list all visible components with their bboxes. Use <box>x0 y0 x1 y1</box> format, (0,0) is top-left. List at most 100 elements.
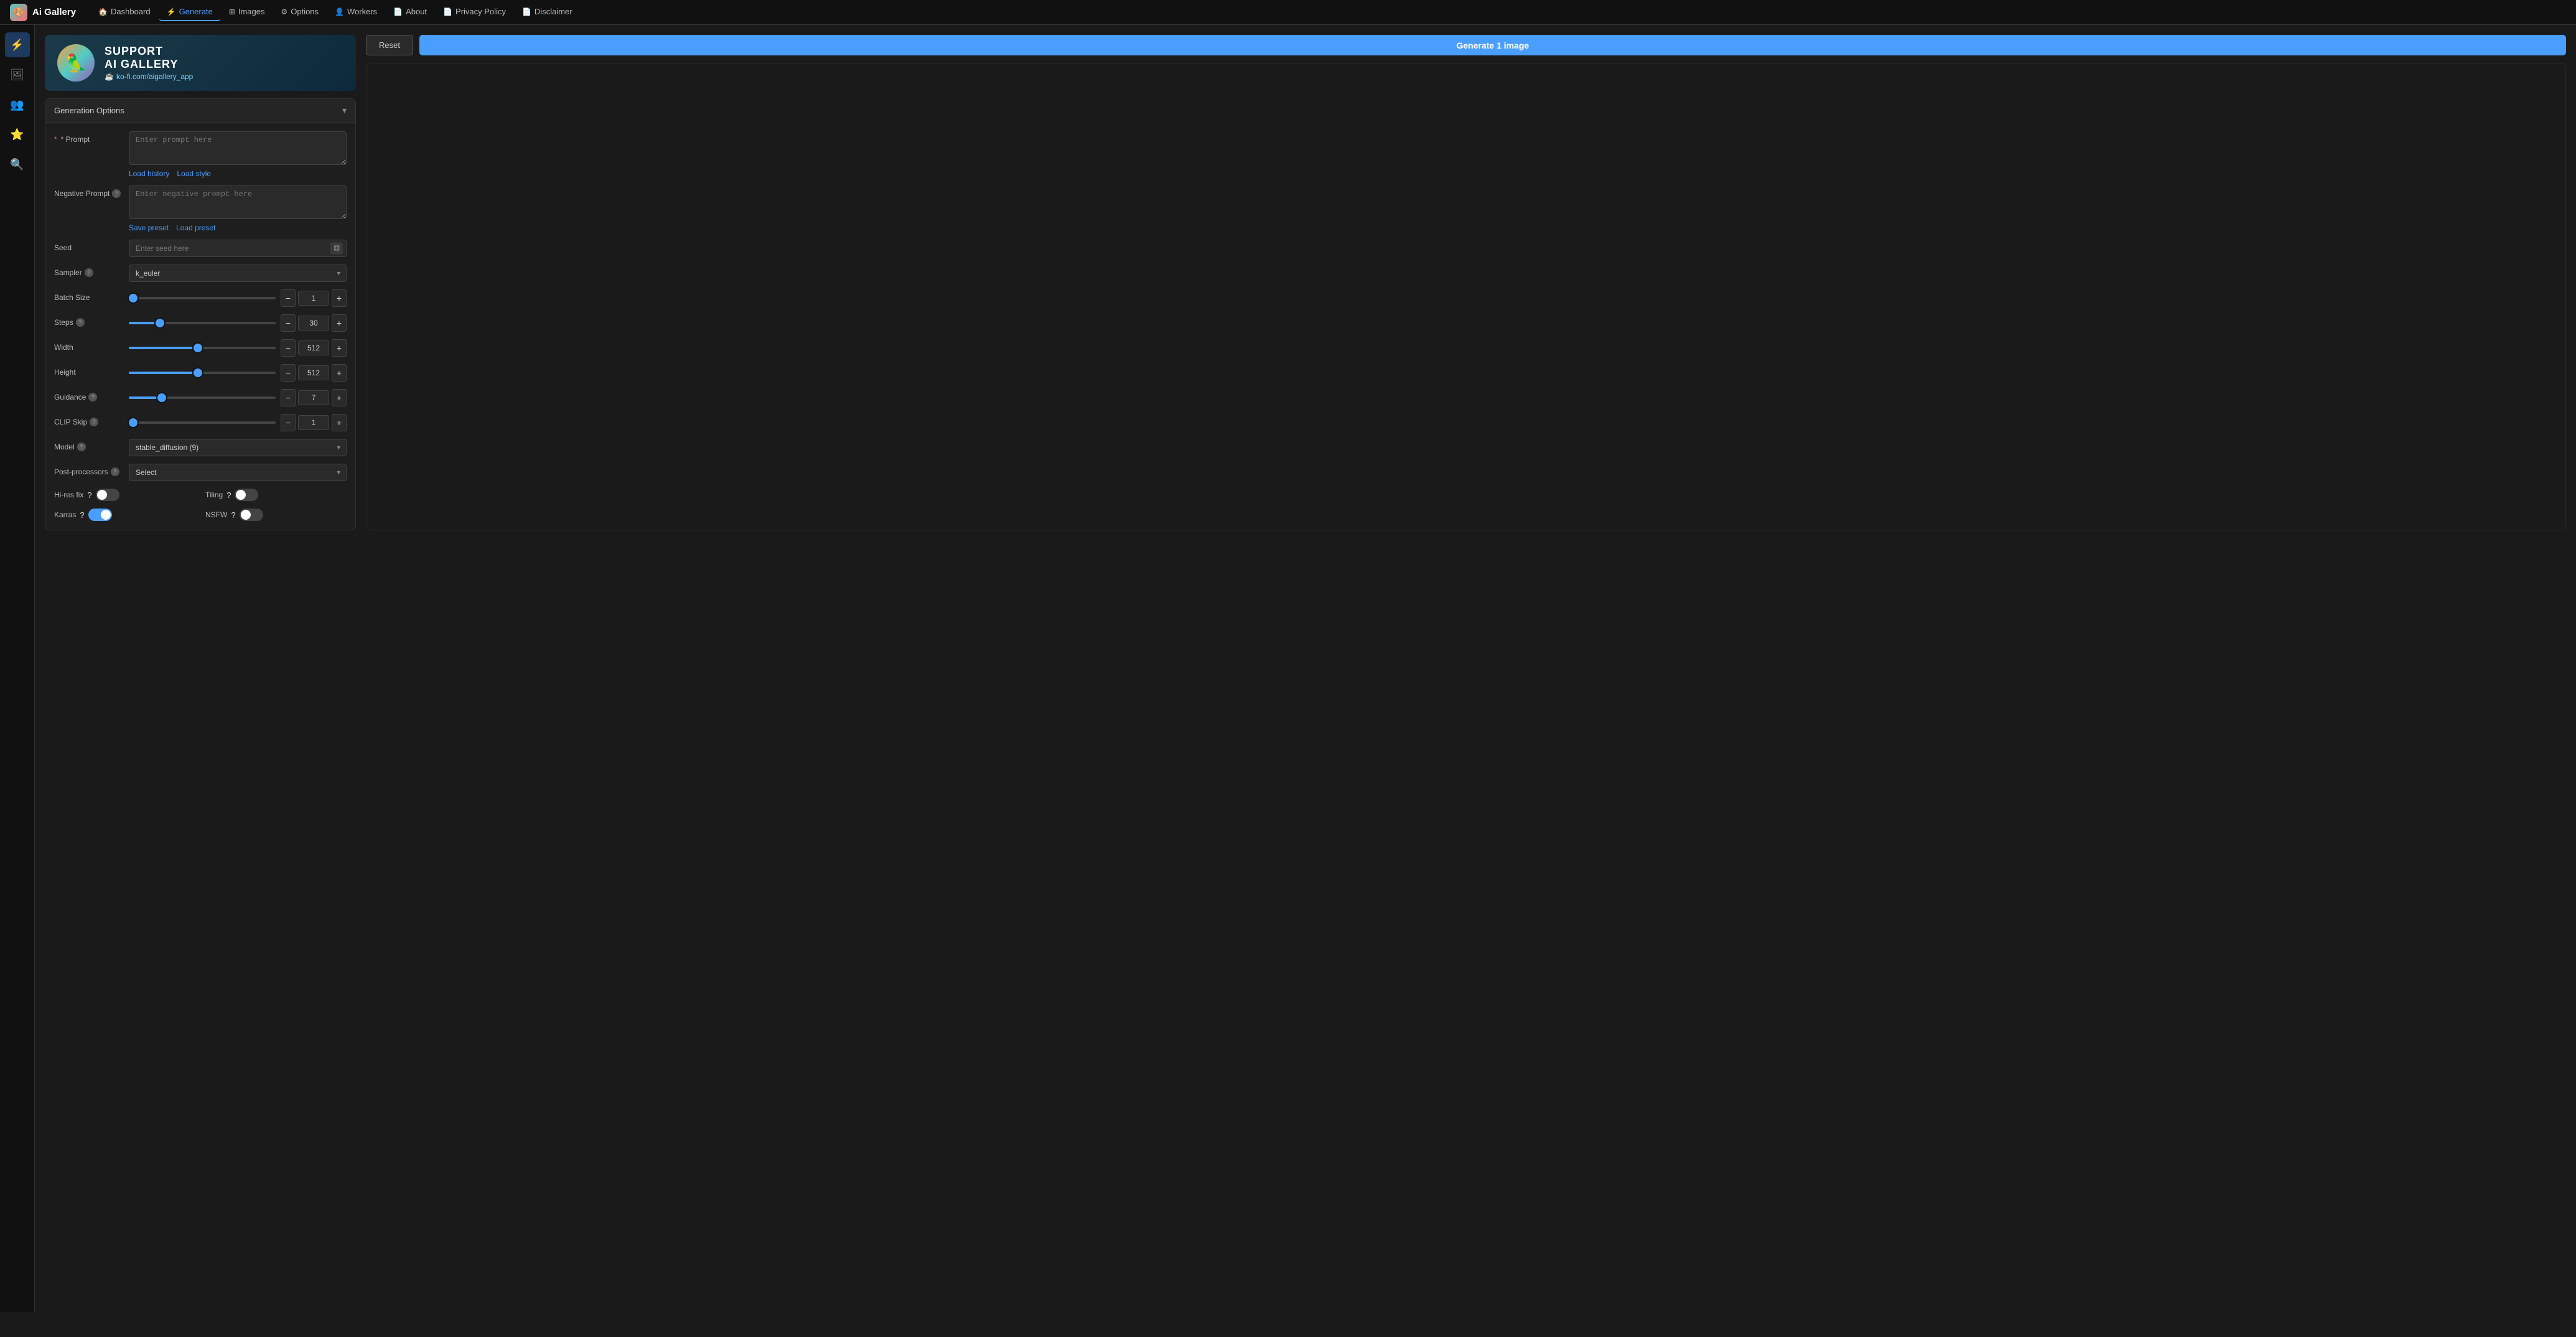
nsfw-label: NSFW <box>205 510 227 519</box>
nav-options[interactable]: ⚙ Options <box>273 3 326 21</box>
height-slider[interactable] <box>129 372 276 374</box>
tiling-knob <box>236 490 246 500</box>
generation-options-header[interactable]: Generation Options ▾ <box>45 99 355 123</box>
steps-label: Steps ? <box>54 314 123 327</box>
sidebar-item-generate[interactable]: ⚡ <box>5 32 30 57</box>
hi-res-fix-info-icon[interactable]: ? <box>87 490 91 500</box>
nsfw-toggle[interactable] <box>240 509 263 521</box>
save-preset-btn[interactable]: Save preset <box>129 223 169 232</box>
action-bar: Reset Generate 1 image <box>366 35 2566 55</box>
prompt-links: Load history Load style <box>129 169 347 178</box>
batch-size-row: Batch Size − + <box>54 289 347 307</box>
clip-skip-slider[interactable] <box>129 421 276 424</box>
nsfw-knob <box>241 510 251 520</box>
nav-images[interactable]: ⊞ Images <box>222 3 273 21</box>
reset-button[interactable]: Reset <box>366 35 413 55</box>
steps-info-icon[interactable]: ? <box>76 318 85 327</box>
tiling-info-icon[interactable]: ? <box>226 490 231 500</box>
brand: 🎨 Ai Gallery <box>10 4 76 21</box>
prompt-label: * * Prompt <box>54 131 123 144</box>
batch-size-slider[interactable] <box>129 297 276 299</box>
steps-slider-row: − + <box>129 314 347 332</box>
prompt-row: * * Prompt Load history Load style <box>54 131 347 178</box>
guidance-slider-row: − + <box>129 389 347 406</box>
batch-size-decrement[interactable]: − <box>281 289 296 307</box>
load-preset-btn[interactable]: Load preset <box>176 223 215 232</box>
guidance-decrement[interactable]: − <box>281 389 296 406</box>
nav-privacy[interactable]: 📄 Privacy Policy <box>436 3 513 21</box>
hi-res-fix-label: Hi-res fix <box>54 490 83 499</box>
load-history-btn[interactable]: Load history <box>129 169 169 178</box>
banner-title: Support Ai Gallery <box>105 45 193 71</box>
height-input[interactable] <box>298 365 329 380</box>
karras-toggle[interactable] <box>88 509 112 521</box>
nav-about[interactable]: 📄 About <box>386 3 434 21</box>
toggle-row-1: Hi-res fix ? Tiling ? <box>54 489 347 501</box>
guidance-input[interactable] <box>298 390 329 405</box>
nav-generate[interactable]: ⚡ Generate <box>159 3 220 21</box>
seed-random-btn[interactable]: ⚄ <box>330 243 343 255</box>
batch-size-increment[interactable]: + <box>332 289 347 307</box>
sidebar-item-favorites[interactable]: ⭐ <box>5 122 30 147</box>
steps-row: Steps ? − + <box>54 314 347 332</box>
tiling-toggle[interactable] <box>235 489 258 501</box>
width-slider[interactable] <box>129 347 276 349</box>
post-processors-select[interactable]: Select GFPGAN Real-ESRGAN CodeFormer <box>129 464 347 481</box>
sidebar-item-images[interactable]: 🖼 <box>5 62 30 87</box>
height-decrement[interactable]: − <box>281 364 296 382</box>
clip-skip-decrement[interactable]: − <box>281 414 296 431</box>
nav-disclaimer[interactable]: 📄 Disclaimer <box>515 3 580 21</box>
topnav-links: 🏠 Dashboard ⚡ Generate ⊞ Images ⚙ Option… <box>91 3 2566 21</box>
images-icon: ⊞ <box>229 7 235 16</box>
width-label: Width <box>54 339 123 352</box>
height-increment[interactable]: + <box>332 364 347 382</box>
nsfw-info-icon[interactable]: ? <box>231 510 235 520</box>
sidebar-item-search[interactable]: 🔍 <box>5 152 30 177</box>
sampler-select[interactable]: k_euler k_euler_a k_dpm_2 k_dpm_2_a DDIM <box>129 265 347 282</box>
model-select[interactable]: stable_diffusion (9) <box>129 439 347 456</box>
clip-skip-info-icon[interactable]: ? <box>90 418 98 426</box>
generation-options-label: Generation Options <box>54 106 124 115</box>
sampler-row: Sampler ? k_euler k_euler_a k_dpm_2 k_dp… <box>54 265 347 282</box>
negative-prompt-input[interactable] <box>129 185 347 219</box>
steps-slider[interactable] <box>129 322 276 324</box>
guidance-slider[interactable] <box>129 396 276 399</box>
post-processors-info-icon[interactable]: ? <box>111 467 119 476</box>
batch-size-input[interactable] <box>298 291 329 306</box>
width-decrement[interactable]: − <box>281 339 296 357</box>
height-row: Height − + <box>54 364 347 382</box>
sidebar-item-gallery[interactable]: 👥 <box>5 92 30 117</box>
load-style-btn[interactable]: Load style <box>177 169 211 178</box>
negative-prompt-info-icon[interactable]: ? <box>112 189 121 198</box>
hi-res-fix-toggle[interactable] <box>96 489 119 501</box>
tiling-label: Tiling <box>205 490 223 499</box>
guidance-info-icon[interactable]: ? <box>88 393 97 401</box>
nav-workers[interactable]: 👤 Workers <box>327 3 385 21</box>
prompt-input[interactable] <box>129 131 347 165</box>
seed-label: Seed <box>54 240 123 252</box>
generate-button[interactable]: Generate 1 image <box>419 35 2566 55</box>
karras-info-icon[interactable]: ? <box>80 510 84 520</box>
clip-skip-increment[interactable]: + <box>332 414 347 431</box>
width-input[interactable] <box>298 340 329 355</box>
guidance-increment[interactable]: + <box>332 389 347 406</box>
width-increment[interactable]: + <box>332 339 347 357</box>
sampler-label: Sampler ? <box>54 265 123 277</box>
steps-input[interactable] <box>298 316 329 331</box>
generation-options-body: * * Prompt Load history Load style Ne <box>45 123 355 530</box>
disclaimer-icon: 📄 <box>522 7 531 16</box>
width-row: Width − + <box>54 339 347 357</box>
nav-dashboard[interactable]: 🏠 Dashboard <box>91 3 158 21</box>
banner-link[interactable]: ☕ ko-fi.com/aigallery_app <box>105 72 193 81</box>
clip-skip-label: CLIP Skip ? <box>54 414 123 426</box>
model-info-icon[interactable]: ? <box>77 443 86 451</box>
banner-text: Support Ai Gallery ☕ ko-fi.com/aigallery… <box>105 45 193 81</box>
steps-decrement[interactable]: − <box>281 314 296 332</box>
generation-options-card: Generation Options ▾ * * Prompt Load his… <box>45 98 356 530</box>
negative-prompt-label: Negative Prompt ? <box>54 185 123 198</box>
chevron-down-icon: ▾ <box>342 105 347 116</box>
clip-skip-input[interactable] <box>298 415 329 430</box>
steps-increment[interactable]: + <box>332 314 347 332</box>
sampler-info-icon[interactable]: ? <box>85 268 93 277</box>
seed-input[interactable] <box>129 240 347 257</box>
